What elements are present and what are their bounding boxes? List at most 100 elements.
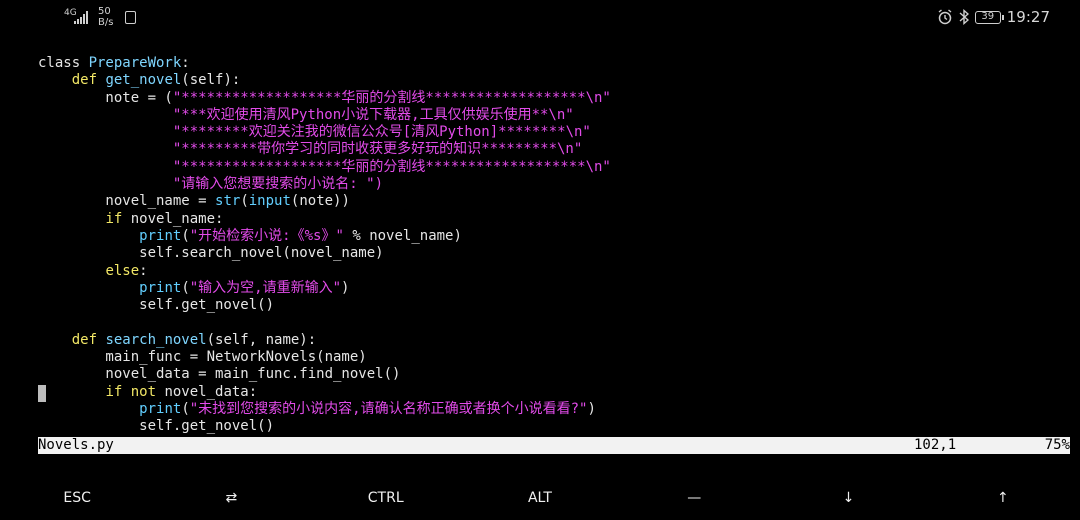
code-line: novel_data = main_func.find_novel()	[38, 366, 1068, 383]
code-line: class PrepareWork:	[38, 55, 1068, 72]
dash-key[interactable]: —	[617, 478, 771, 518]
arrow-up-key[interactable]: ↑	[926, 478, 1080, 518]
code-token: novel_name:	[130, 210, 224, 227]
code-token: "请输入您想要搜索的小说名: ")	[172, 176, 384, 193]
extra-keys-row: ESC ⇄ CTRL ALT — ↓ ↑	[0, 478, 1080, 518]
battery-level: 39	[981, 10, 995, 22]
code-token: "未找到您搜索的小说内容,请确认名称正确或者换个小说看看?"	[189, 400, 588, 417]
code-token: note = (	[38, 89, 173, 106]
battery-icon: 39	[974, 10, 1004, 24]
network-speed-unit: B/s	[98, 17, 114, 28]
scroll-percent: 75%	[1044, 437, 1070, 453]
alarm-icon	[938, 9, 952, 25]
tab-key[interactable]: ⇄	[154, 478, 308, 518]
code-line: else:	[38, 263, 1068, 280]
code-token: self.get_novel()	[38, 418, 275, 435]
code-token: input	[248, 193, 291, 210]
code-token: self.search_novel(novel_name)	[38, 245, 384, 262]
code-token: (	[181, 227, 190, 244]
code-line: novel_name = str(input(note))	[38, 193, 1068, 210]
code-token: print	[139, 400, 182, 417]
code-token: self.get_novel()	[38, 297, 275, 314]
code-line: self.search_novel(novel_name)	[38, 245, 1068, 262]
code-token: print	[139, 227, 182, 244]
code-line: if novel_name:	[38, 211, 1068, 228]
code-token: novel_data:	[164, 383, 258, 400]
code-line: "*********带你学习的同时收获更多好玩的知识*********\n"	[38, 141, 1068, 158]
code-token: search_novel	[105, 331, 207, 348]
code-token: if not	[105, 383, 165, 400]
clock: 19:27	[1006, 8, 1050, 26]
code-token: "输入为空,请重新输入"	[189, 279, 342, 296]
bluetooth-icon	[959, 9, 969, 25]
code-token: main_func = NetworkNovels(name)	[38, 349, 367, 366]
code-line: print("未找到您搜索的小说内容,请确认名称正确或者换个小说看看?")	[38, 401, 1068, 418]
code-line: if not novel_data:	[38, 384, 1068, 401]
status-right-group: 39 19:27	[937, 8, 1050, 26]
network-speed: 50 B/s	[98, 6, 113, 28]
code-token: if	[105, 210, 131, 227]
code-token: "***欢迎使用清风Python小说下载器,工具仅供娱乐使用**\n"	[172, 106, 574, 123]
code-line: main_func = NetworkNovels(name)	[38, 349, 1068, 366]
code-line: "*******************华丽的分割线**************…	[38, 159, 1068, 176]
code-token: "*******************华丽的分割线**************…	[172, 89, 611, 106]
sim-icon	[125, 10, 137, 24]
file-name: Novels.py	[38, 437, 114, 453]
code-token: )	[341, 279, 350, 296]
code-token: novel_name =	[38, 193, 216, 210]
code-token: novel_data = main_func.find_novel()	[38, 366, 401, 383]
code-editor[interactable]: class PrepareWork: def get_novel(self): …	[38, 55, 1068, 436]
code-token: % novel_name)	[343, 227, 462, 244]
code-token: (self):	[181, 72, 241, 89]
code-token: )	[587, 400, 596, 417]
code-line: def get_novel(self):	[38, 72, 1068, 89]
system-status-bar: 4G 50 B/s 39 19:27	[0, 0, 1080, 36]
vim-status-line: Novels.py 102,1 75%	[38, 437, 1070, 454]
code-line: note = ("*******************华丽的分割线******…	[38, 90, 1068, 107]
code-line: "请输入您想要搜索的小说名: ")	[38, 176, 1068, 193]
code-token: "********欢迎关注我的微信公众号[清风Python]********\n…	[172, 124, 591, 141]
code-token: (	[240, 193, 249, 210]
text-cursor	[38, 385, 46, 402]
arrow-down-key[interactable]: ↓	[771, 478, 925, 518]
network-speed-value: 50	[98, 6, 111, 17]
code-token: :	[181, 55, 190, 71]
code-token: else	[105, 262, 140, 279]
esc-key[interactable]: ESC	[0, 478, 154, 518]
code-token: get_novel	[105, 72, 182, 89]
code-token: PrepareWork	[88, 55, 182, 71]
code-line: self.get_novel()	[38, 297, 1068, 314]
code-token: class	[38, 55, 89, 71]
alt-key[interactable]: ALT	[463, 478, 617, 518]
ctrl-key[interactable]: CTRL	[309, 478, 463, 518]
code-line: "********欢迎关注我的微信公众号[清风Python]********\n…	[38, 124, 1068, 141]
code-line: self.get_novel()	[38, 418, 1068, 435]
code-token: (self, name):	[206, 331, 317, 348]
code-token: "开始检索小说:《%s》"	[189, 227, 344, 244]
code-token: (note))	[290, 193, 350, 210]
code-token: print	[139, 279, 182, 296]
code-token: "*******************华丽的分割线**************…	[172, 158, 611, 175]
code-line: print("输入为空,请重新输入")	[38, 280, 1068, 297]
code-token: (	[181, 279, 190, 296]
code-token: def	[71, 72, 106, 89]
code-token: def	[71, 331, 106, 348]
code-token: "*********带你学习的同时收获更多好玩的知识*********\n"	[172, 141, 583, 158]
signal-icon: 4G	[64, 8, 90, 26]
code-line: def search_novel(self, name):	[38, 332, 1068, 349]
code-token: :	[139, 262, 148, 279]
code-line: "***欢迎使用清风Python小说下载器,工具仅供娱乐使用**\n"	[38, 107, 1068, 124]
